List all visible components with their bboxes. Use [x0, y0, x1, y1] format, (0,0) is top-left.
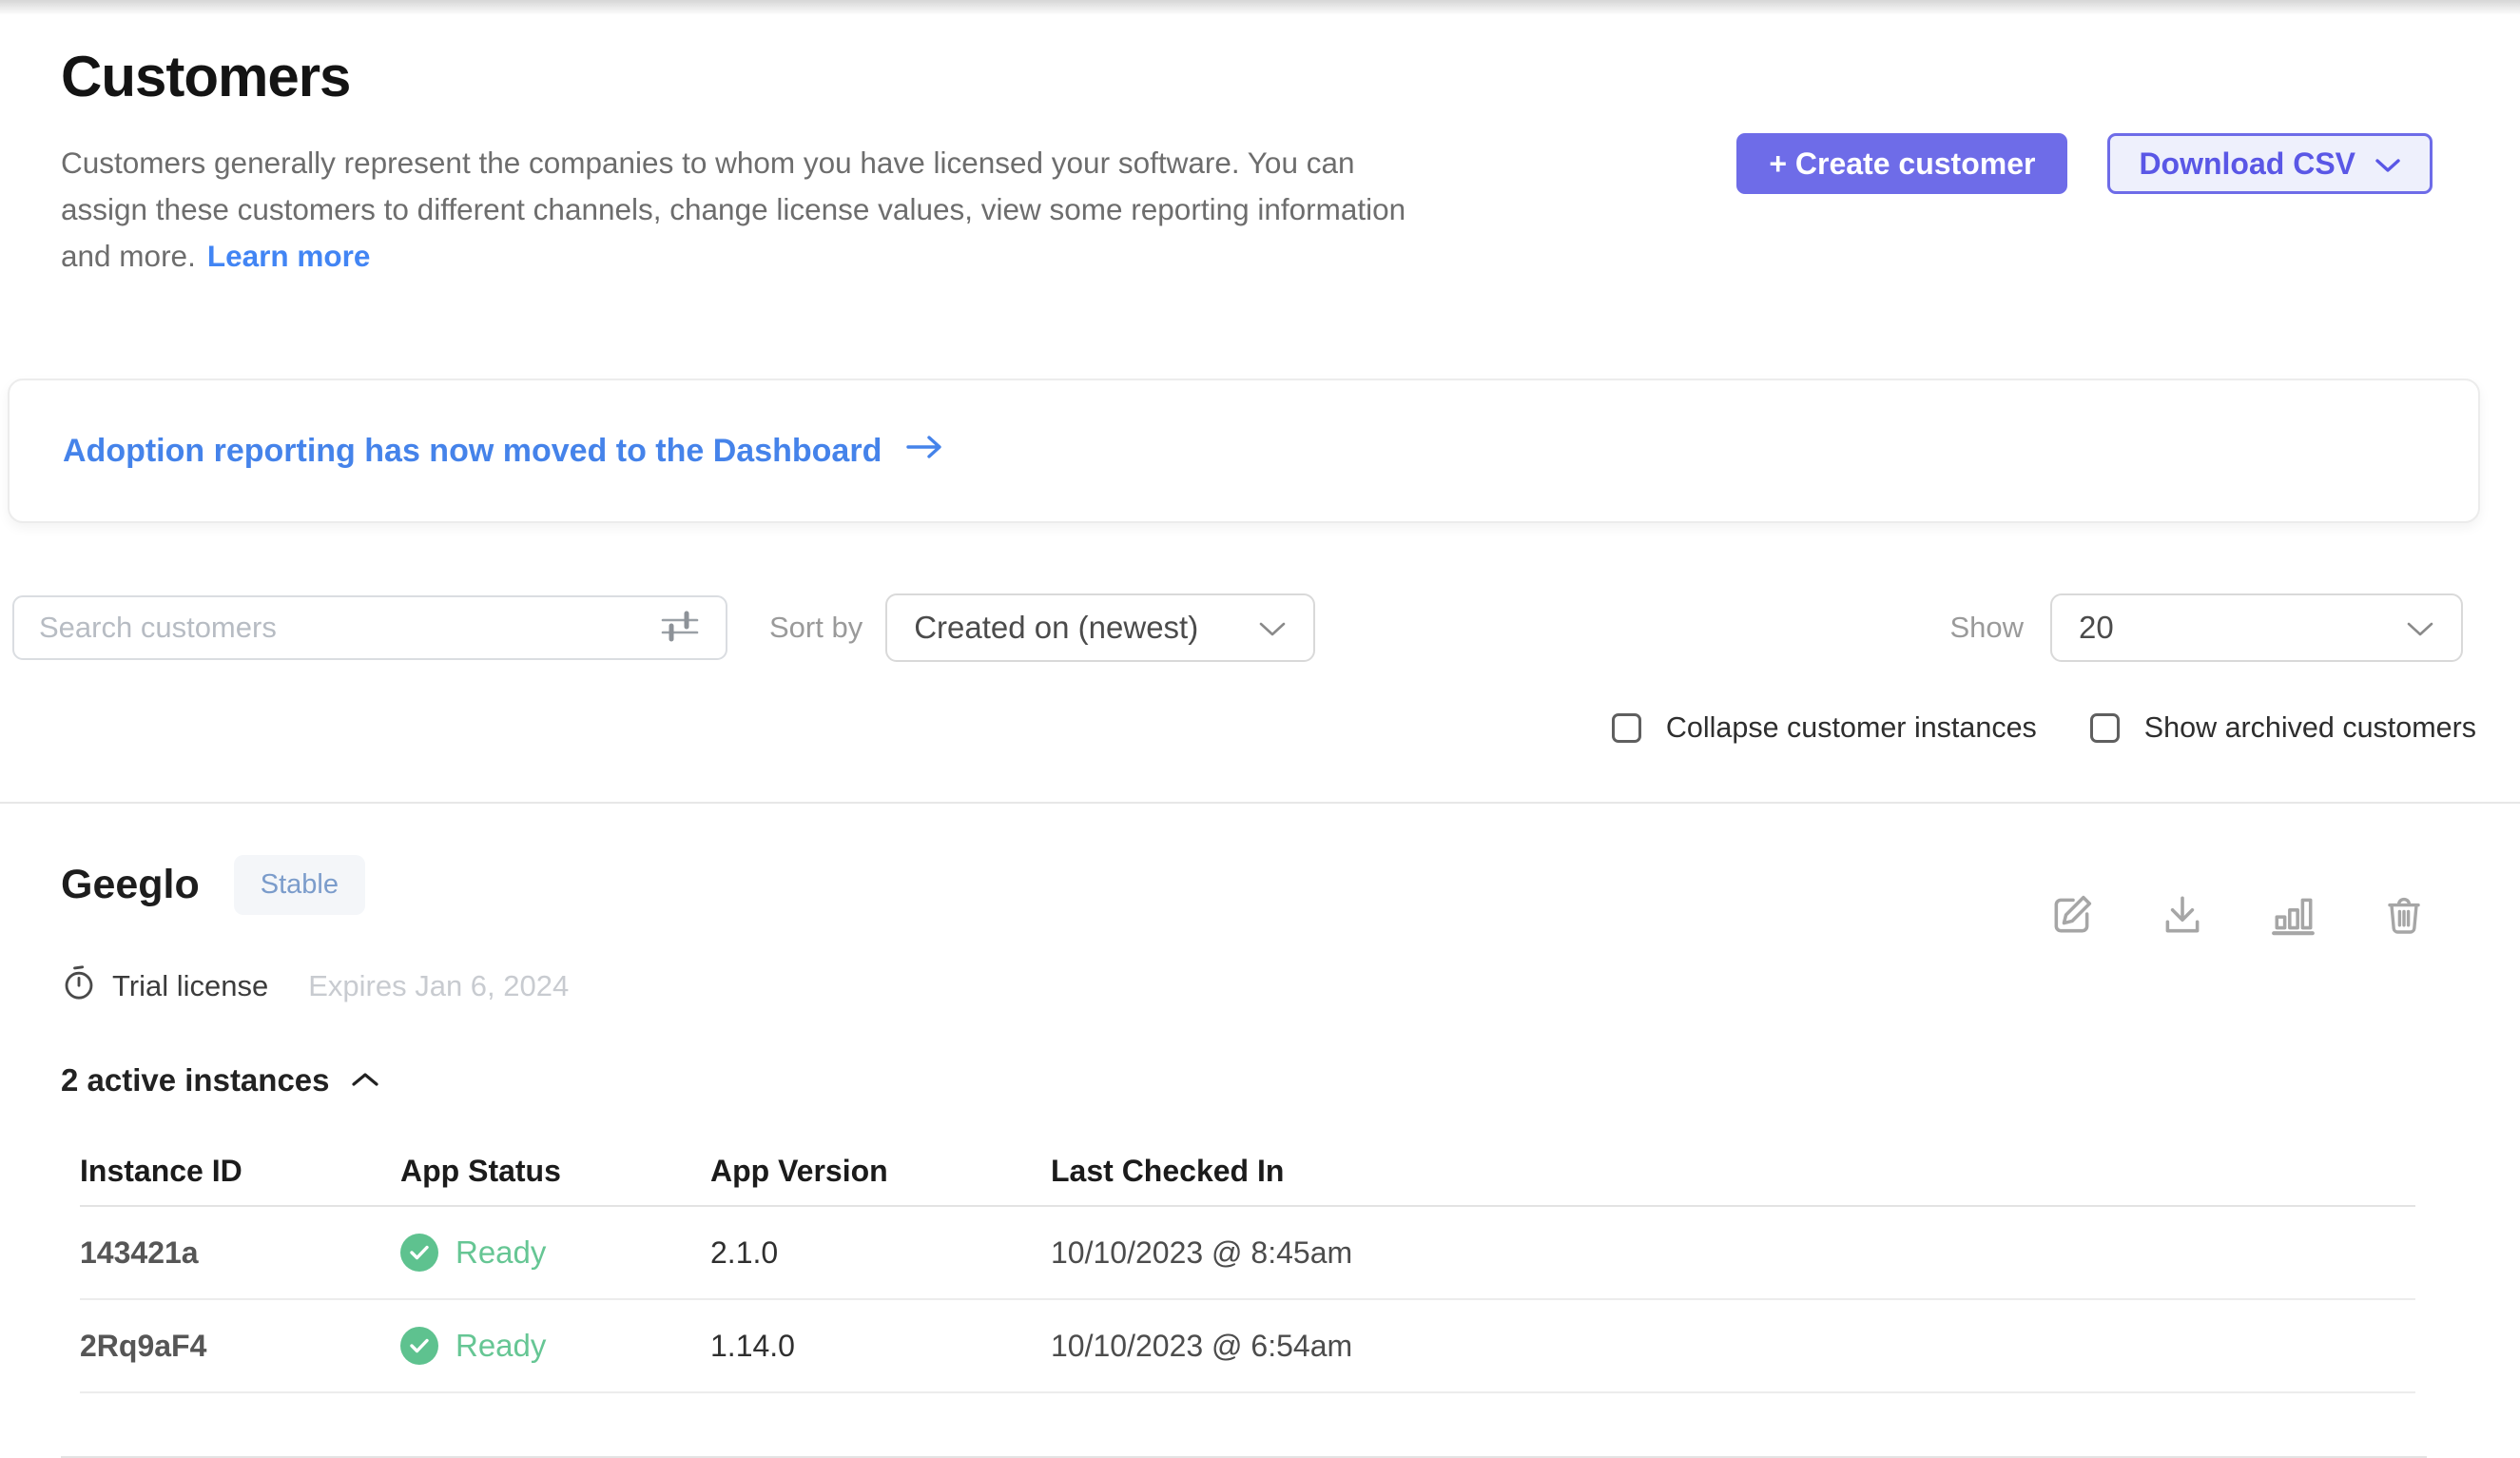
chevron-down-icon: [2406, 610, 2434, 646]
collapse-instances-checkbox[interactable]: [1612, 713, 1641, 743]
show-label: Show: [1949, 611, 2024, 645]
check-circle-icon: [400, 1327, 438, 1365]
filter-sliders-icon[interactable]: [659, 610, 701, 647]
license-type: Trial license: [61, 963, 268, 1009]
instances-table: Instance ID App Status App Version Last …: [80, 1137, 2415, 1393]
sort-select-value: Created on (newest): [914, 610, 1198, 646]
header-actions: + Create customer Download CSV: [1736, 133, 2433, 280]
show-per-page-select[interactable]: 20: [2050, 593, 2463, 662]
create-customer-button[interactable]: + Create customer: [1736, 133, 2067, 194]
adoption-reporting-link[interactable]: Adoption reporting has now moved to the …: [63, 432, 946, 471]
license-row: Trial license Expires Jan 6, 2024: [61, 963, 2427, 1009]
download-license-button[interactable]: [2159, 891, 2206, 939]
section-divider: [0, 802, 2520, 804]
edit-customer-button[interactable]: [2048, 891, 2096, 939]
channel-badge: Stable: [234, 855, 365, 915]
sort-by-label: Sort by: [769, 611, 863, 645]
trash-icon: [2381, 927, 2427, 942]
instance-status-label: Ready: [456, 1328, 546, 1364]
edit-icon: [2048, 927, 2096, 942]
page-description: Customers generally represent the compan…: [61, 140, 1405, 280]
adoption-reporting-banner: Adoption reporting has now moved to the …: [8, 379, 2480, 523]
check-circle-icon: [400, 1234, 438, 1272]
instances-table-header: Instance ID App Status App Version Last …: [80, 1137, 2415, 1207]
adoption-reporting-text: Adoption reporting has now moved to the …: [63, 433, 882, 470]
list-options: Collapse customer instances Show archive…: [0, 711, 2476, 745]
chevron-down-icon: [1258, 610, 1287, 646]
bar-chart-icon: [2269, 927, 2318, 942]
archive-customer-button[interactable]: [2381, 891, 2427, 939]
page-title: Customers: [61, 44, 1405, 109]
license-type-label: Trial license: [112, 969, 268, 1003]
instances-toggle[interactable]: 2 active instances: [61, 1062, 2427, 1098]
instance-last-checked-in: 10/10/2023 @ 8:45am: [1051, 1235, 2415, 1271]
instance-row: 2Rq9aF4 Ready 1.14.0 10/10/2023 @ 6:54am: [80, 1300, 2415, 1393]
collapse-instances-option[interactable]: Collapse customer instances: [1612, 711, 2037, 745]
page-description-line: assign these customers to different chan…: [61, 186, 1405, 233]
learn-more-link[interactable]: Learn more: [207, 239, 371, 273]
customer-actions: [2048, 891, 2427, 939]
license-expiry: Expires Jan 6, 2024: [308, 969, 569, 1003]
chevron-up-icon: [349, 1062, 381, 1098]
instance-app-version: 2.1.0: [710, 1235, 1051, 1271]
col-header-last-checked-in: Last Checked In: [1051, 1154, 2415, 1189]
download-icon: [2159, 927, 2206, 942]
instance-id: 143421a: [80, 1235, 400, 1271]
list-controls: Sort by Created on (newest) Show 20: [12, 593, 2463, 662]
collapse-instances-label: Collapse customer instances: [1666, 711, 2037, 745]
sort-select[interactable]: Created on (newest): [885, 593, 1315, 662]
customer-title-row: Geeglo Stable: [61, 855, 365, 915]
col-header-instance-id: Instance ID: [80, 1154, 400, 1189]
page-header: Customers Customers generally represent …: [0, 0, 2520, 280]
search-box: [12, 595, 727, 660]
instance-row: 143421a Ready 2.1.0 10/10/2023 @ 8:45am: [80, 1207, 2415, 1300]
instance-status: Ready: [400, 1234, 710, 1272]
stopwatch-icon: [61, 963, 97, 1009]
search-input[interactable]: [39, 611, 642, 645]
customer-name[interactable]: Geeglo: [61, 862, 200, 908]
download-csv-label: Download CSV: [2139, 146, 2355, 182]
instance-last-checked-in: 10/10/2023 @ 6:54am: [1051, 1329, 2415, 1364]
customer-card-header: Geeglo Stable: [61, 855, 2427, 939]
instance-app-version: 1.14.0: [710, 1329, 1051, 1364]
show-archived-option[interactable]: Show archived customers: [2090, 711, 2476, 745]
show-select-value: 20: [2079, 610, 2114, 646]
reporting-button[interactable]: [2269, 891, 2318, 939]
instance-id: 2Rq9aF4: [80, 1329, 400, 1364]
chevron-down-icon: [2375, 146, 2401, 182]
customer-card: Geeglo Stable: [0, 855, 2520, 1458]
col-header-app-status: App Status: [400, 1154, 710, 1189]
page-description-line: and more.: [61, 239, 196, 273]
page-header-text: Customers Customers generally represent …: [61, 44, 1405, 280]
page-description-line: Customers generally represent the compan…: [61, 140, 1405, 186]
show-archived-checkbox[interactable]: [2090, 713, 2120, 743]
instances-summary: 2 active instances: [61, 1062, 330, 1098]
show-archived-label: Show archived customers: [2144, 711, 2476, 745]
arrow-right-icon: [904, 432, 946, 471]
download-csv-button[interactable]: Download CSV: [2107, 133, 2433, 194]
col-header-app-version: App Version: [710, 1154, 1051, 1189]
instance-status: Ready: [400, 1327, 710, 1365]
instance-status-label: Ready: [456, 1234, 546, 1271]
